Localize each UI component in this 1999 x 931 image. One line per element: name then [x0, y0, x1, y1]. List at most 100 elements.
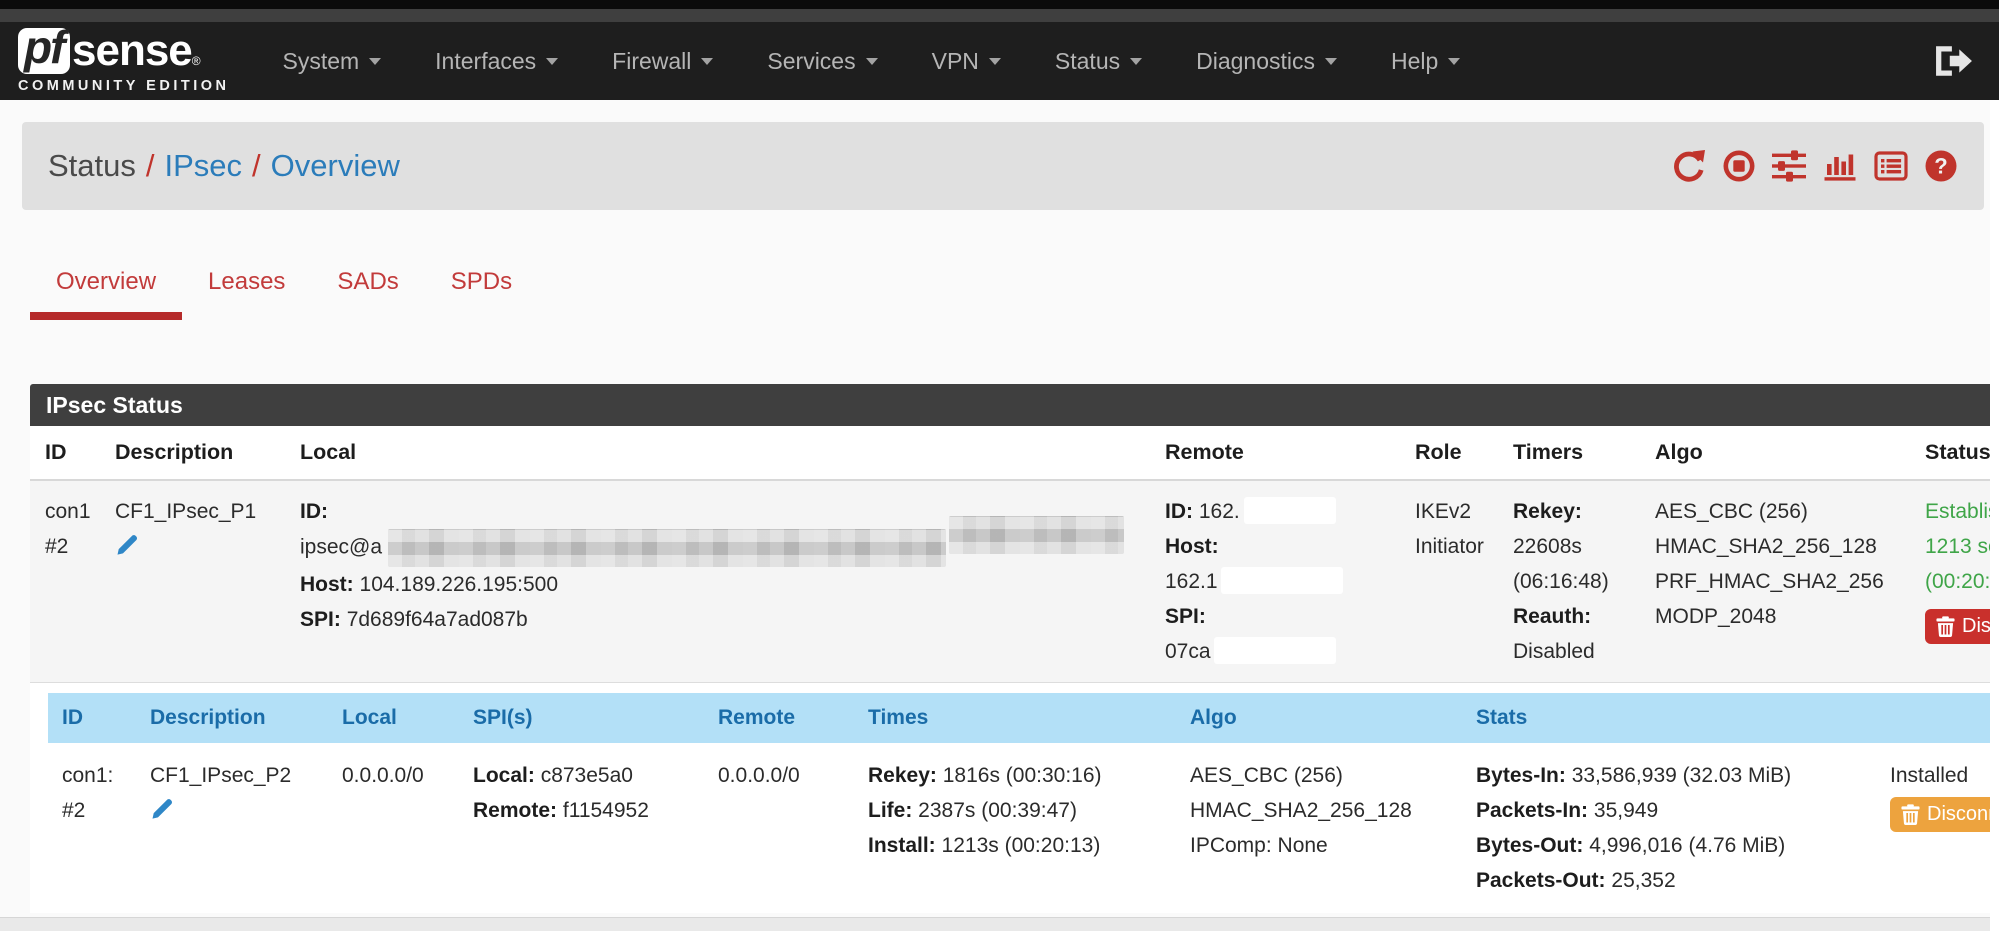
rekey-label: Rekey:: [868, 764, 937, 787]
col-local: Local: [328, 693, 459, 743]
nav-status[interactable]: Status: [1028, 48, 1169, 75]
bytes-out-label: Bytes-Out:: [1476, 834, 1583, 857]
page-title: Status/IPsec/Overview: [48, 148, 400, 184]
remote-id-value: 162.: [1199, 500, 1240, 523]
status-state: Installed: [1890, 758, 1990, 793]
breadcrumb-separator: /: [242, 148, 271, 183]
nav-label: Firewall: [612, 48, 691, 75]
bytes-in-label: Bytes-In:: [1476, 764, 1566, 787]
col-times: Times: [854, 693, 1176, 743]
breadcrumb-actions: ?: [1671, 149, 1958, 183]
page-content: Status/IPsec/Overview ? Overview Leases …: [0, 100, 1990, 931]
remote-net: 0.0.0.0/0: [718, 758, 840, 793]
stop-circle-icon[interactable]: [1722, 149, 1756, 183]
breadcrumb-separator: /: [136, 148, 165, 183]
spi-local-value: c873e5a0: [541, 764, 633, 787]
chevron-down-icon: [1325, 58, 1337, 65]
cell-local: ID: ipsec@a Host: 104.189.226.195:500 SP…: [285, 480, 1150, 683]
nav-interfaces[interactable]: Interfaces: [408, 48, 585, 75]
col-id: ID: [48, 693, 136, 743]
nav-vpn[interactable]: VPN: [905, 48, 1028, 75]
col-timers: Timers: [1498, 426, 1640, 480]
sliders-icon[interactable]: [1771, 149, 1807, 183]
pencil-icon[interactable]: [150, 797, 174, 832]
pf-logo-text: pf: [24, 20, 63, 74]
cell-role: IKEv2 Initiator: [1400, 480, 1498, 683]
nav-system[interactable]: System: [255, 48, 408, 75]
local-id-value: ipsec@a: [300, 536, 382, 559]
pencil-icon[interactable]: [115, 533, 139, 568]
disconnect-label: Disconnect: [1962, 615, 1990, 638]
rekey-time: (06:16:48): [1513, 564, 1625, 599]
col-role: Role: [1400, 426, 1498, 480]
cell-remote: 0.0.0.0/0: [704, 743, 854, 913]
algo-enc: AES_CBC (256): [1655, 494, 1895, 529]
sign-out-icon[interactable]: [1935, 45, 1973, 77]
list-icon[interactable]: [1873, 149, 1909, 183]
redacted-box: [1214, 637, 1336, 664]
rekey-value: 1816s (00:30:16): [943, 764, 1102, 787]
nav-diagnostics[interactable]: Diagnostics: [1169, 48, 1364, 75]
nav-label: Services: [767, 48, 855, 75]
tab-spds[interactable]: SPDs: [425, 268, 538, 320]
chevron-down-icon: [866, 58, 878, 65]
remote-host-value: 162.1: [1165, 570, 1218, 593]
pf-logo-box: pf: [18, 28, 70, 74]
registered-mark: ®: [192, 54, 201, 68]
question-icon[interactable]: ?: [1924, 149, 1958, 183]
algo-dh: MODP_2048: [1655, 599, 1895, 634]
conn-id: con1:: [62, 758, 122, 793]
col-remote: Remote: [704, 693, 854, 743]
bar-chart-icon[interactable]: [1822, 149, 1858, 183]
chevron-down-icon: [546, 58, 558, 65]
packets-out-value: 25,352: [1611, 869, 1675, 892]
brand-edition: COMMUNITY EDITION: [18, 78, 229, 94]
col-stats: Stats: [1462, 693, 1876, 743]
breadcrumb-link-ipsec[interactable]: IPsec: [165, 148, 243, 183]
role-version: IKEv2: [1415, 494, 1483, 529]
conn-num: #2: [45, 529, 85, 564]
chevron-down-icon: [369, 58, 381, 65]
pfsense-logo[interactable]: pf sense ® COMMUNITY EDITION: [18, 28, 229, 94]
nav-services[interactable]: Services: [740, 48, 904, 75]
spi-local-label: Local:: [473, 764, 535, 787]
panel-body: ID Description Local Remote Role Timers …: [30, 426, 1990, 913]
cell-status: Established 1213 seconds (00:20:13) Disc…: [1910, 480, 1990, 683]
status-time: (00:20:13): [1925, 564, 1990, 599]
nav-help[interactable]: Help: [1364, 48, 1487, 75]
breadcrumb-root: Status: [48, 148, 136, 183]
breadcrumb-link-overview[interactable]: Overview: [271, 148, 400, 183]
child-sa-row: con1: #2 CF1_IPsec_P2 0.0.0.0/0: [48, 743, 1990, 913]
chevron-down-icon: [1448, 58, 1460, 65]
role-value: Initiator: [1415, 529, 1483, 564]
packets-in-label: Packets-In:: [1476, 799, 1588, 822]
col-description: Description: [100, 426, 285, 480]
tab-sads[interactable]: SADs: [311, 268, 424, 320]
packets-in-value: 35,949: [1594, 799, 1658, 822]
disconnect-button[interactable]: Disconnect: [1925, 609, 1990, 644]
install-value: 1213s (00:20:13): [942, 834, 1101, 857]
tab-overview[interactable]: Overview: [30, 268, 182, 320]
refresh-icon[interactable]: [1671, 149, 1707, 183]
reauth-label: Reauth:: [1513, 605, 1591, 628]
cell-description: CF1_IPsec_P2: [136, 743, 328, 913]
spi-remote-value: f1154952: [563, 799, 649, 822]
reauth-value: Disabled: [1513, 634, 1625, 669]
top-gray-strip: [0, 9, 1999, 22]
status-state: Established: [1925, 494, 1990, 529]
nav-firewall[interactable]: Firewall: [585, 48, 740, 75]
cell-algo: AES_CBC (256) HMAC_SHA2_256_128 PRF_HMAC…: [1640, 480, 1910, 683]
ipsec-status-panel: IPsec Status ID Description Local Remote…: [30, 384, 1990, 913]
local-host-label: Host:: [300, 573, 354, 596]
disconnect-button[interactable]: Disconnect: [1890, 797, 1990, 832]
nav-label: VPN: [932, 48, 979, 75]
breadcrumb: Status/IPsec/Overview ?: [22, 122, 1984, 210]
cell-algo: AES_CBC (256) HMAC_SHA2_256_128 IPComp: …: [1176, 743, 1462, 913]
life-label: Life:: [868, 799, 912, 822]
cell-timers: Rekey: 22608s (06:16:48) Reauth: Disable…: [1498, 480, 1640, 683]
tab-leases[interactable]: Leases: [182, 268, 311, 320]
rekey-label: Rekey:: [1513, 500, 1582, 523]
description-text: CF1_IPsec_P2: [150, 758, 314, 793]
algo-ipcomp: IPComp: None: [1190, 828, 1448, 863]
cell-id: con1 #2: [30, 480, 100, 683]
